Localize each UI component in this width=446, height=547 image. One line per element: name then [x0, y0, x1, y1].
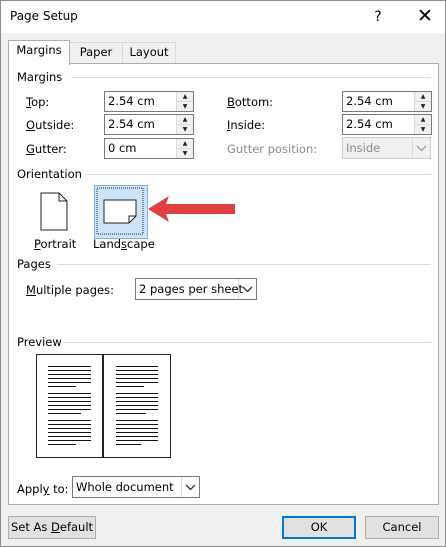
- spin-down-icon[interactable]: ▼: [415, 125, 431, 134]
- margins-separator: [71, 77, 431, 78]
- tab-paper[interactable]: Paper: [69, 42, 123, 63]
- outside-margin-label: Outside:: [26, 118, 75, 132]
- gutter-value: 0 cm: [108, 141, 137, 155]
- multiple-pages-label: Multiple pages:: [26, 283, 114, 297]
- spin-up-icon[interactable]: ▲: [177, 139, 193, 149]
- top-margin-label: Top:: [26, 95, 50, 109]
- red-arrow-annotation: [148, 196, 235, 222]
- spin-down-icon[interactable]: ▼: [177, 149, 193, 158]
- orientation-group-label: Orientation: [17, 167, 82, 181]
- tab-layout[interactable]: Layout: [122, 42, 176, 63]
- portrait-label: Portrait: [34, 237, 77, 251]
- apply-to-label: Apply to:: [17, 482, 69, 496]
- inside-margin-spinner[interactable]: 2.54 cm ▲ ▼: [342, 114, 432, 135]
- multiple-pages-value: 2 pages per sheet: [139, 282, 244, 296]
- gutter-position-dropdown: Inside: [342, 137, 431, 159]
- landscape-label: Landscape: [93, 237, 155, 251]
- spin-up-icon[interactable]: ▲: [415, 115, 431, 125]
- multiple-pages-dropdown[interactable]: 2 pages per sheet: [135, 278, 257, 300]
- gutter-position-label: Gutter position:: [227, 142, 318, 156]
- help-button[interactable]: ?: [363, 1, 393, 33]
- dialog-title: Page Setup: [10, 9, 78, 23]
- bottom-margin-value: 2.54 cm: [346, 94, 393, 108]
- top-margin-value: 2.54 cm: [108, 94, 155, 108]
- spin-up-icon[interactable]: ▲: [177, 115, 193, 125]
- portrait-option[interactable]: [28, 186, 80, 238]
- preview-pages-thumbnail: [36, 354, 171, 458]
- pages-separator: [57, 264, 431, 265]
- landscape-page-icon: [96, 187, 144, 235]
- portrait-page-icon: [40, 192, 68, 231]
- spin-up-icon[interactable]: ▲: [415, 92, 431, 102]
- chevron-down-icon: [412, 138, 430, 158]
- orientation-separator: [85, 174, 431, 175]
- spin-down-icon[interactable]: ▼: [415, 102, 431, 111]
- apply-to-value: Whole document: [76, 480, 174, 494]
- bottom-margin-spinner[interactable]: 2.54 cm ▲ ▼: [342, 91, 432, 112]
- bottom-margin-label: Bottom:: [227, 95, 274, 109]
- spin-down-icon[interactable]: ▼: [177, 125, 193, 134]
- chevron-down-icon[interactable]: [181, 477, 199, 497]
- inside-margin-label: Inside:: [227, 118, 266, 132]
- outside-margin-value: 2.54 cm: [108, 117, 155, 131]
- inside-margin-value: 2.54 cm: [346, 117, 393, 131]
- page-setup-dialog: Page Setup ? ✕ Margins Paper Layout Marg…: [0, 0, 446, 547]
- margins-tab-panel: Margins Top: 2.54 cm ▲ ▼ Outside: 2.54 cm…: [8, 63, 439, 505]
- spin-up-icon[interactable]: ▲: [177, 92, 193, 102]
- spin-down-icon[interactable]: ▼: [177, 102, 193, 111]
- ok-button[interactable]: OK: [282, 516, 356, 539]
- gutter-position-value: Inside: [346, 141, 381, 155]
- tab-margins[interactable]: Margins: [8, 40, 70, 65]
- pages-group-label: Pages: [17, 257, 51, 271]
- apply-to-dropdown[interactable]: Whole document: [72, 476, 200, 498]
- top-margin-spinner[interactable]: 2.54 cm ▲ ▼: [104, 91, 194, 112]
- landscape-option[interactable]: [94, 185, 148, 239]
- set-as-default-button[interactable]: Set As Default: [8, 516, 96, 539]
- cancel-button[interactable]: Cancel: [365, 516, 439, 539]
- close-button[interactable]: ✕: [405, 1, 445, 33]
- title-bar: Page Setup ? ✕: [1, 1, 445, 33]
- margins-group-label: Margins: [17, 70, 63, 84]
- gutter-spinner[interactable]: 0 cm ▲ ▼: [104, 138, 194, 159]
- outside-margin-spinner[interactable]: 2.54 cm ▲ ▼: [104, 114, 194, 135]
- preview-group-label: Preview: [17, 335, 62, 349]
- preview-separator: [63, 342, 431, 343]
- chevron-down-icon[interactable]: [238, 279, 256, 299]
- gutter-label: Gutter:: [26, 142, 67, 156]
